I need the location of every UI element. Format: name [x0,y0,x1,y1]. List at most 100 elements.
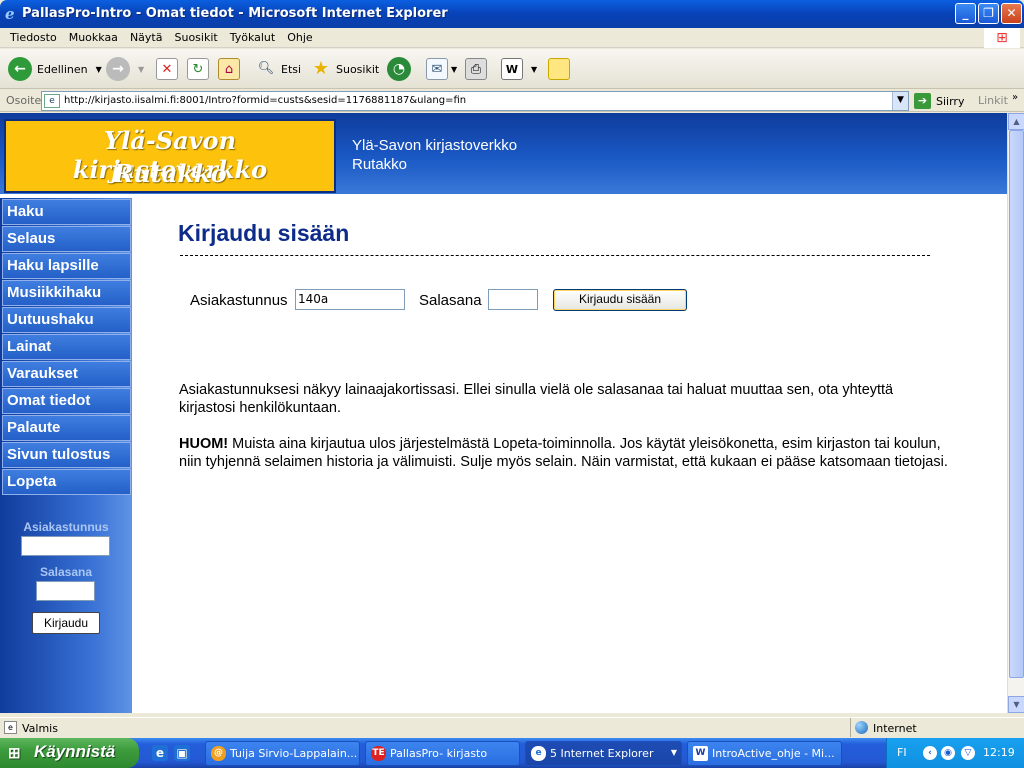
status-bar: e Valmis Internet [0,717,1024,737]
vertical-scrollbar[interactable]: ▲ ▼ [1007,113,1024,713]
language-indicator[interactable]: FI [897,746,907,759]
links-label[interactable]: Linkit [978,94,1008,107]
edit-word-button[interactable]: W ▼ [501,55,537,83]
warning-text: HUOM! Muista aina kirjautua ulos järjest… [179,435,949,471]
stop-icon: ✕ [156,58,178,80]
history-button[interactable]: ◔ [387,55,411,83]
login-button[interactable]: Kirjaudu sisään [553,289,687,311]
ie-icon: e [5,5,15,23]
user-input[interactable]: 140a [295,289,405,310]
menu-tools[interactable]: Työkalut [224,28,282,44]
zone-label: Internet [873,722,917,735]
scroll-thumb[interactable] [1009,130,1024,678]
logo-line2: Rutakko [113,159,227,188]
go-label: Siirry [936,94,965,108]
site-header: Ylä-Savon kirjastoverkko Rutakko Ylä-Sav… [0,113,1007,197]
nav-item-lainat[interactable]: Lainat [2,334,131,360]
refresh-icon: ↻ [187,58,209,80]
window-titlebar: e PallasPro-Intro - Omat tiedot - Micros… [0,0,1024,28]
password-input[interactable] [488,289,538,310]
nav-item-palaute[interactable]: Palaute [2,415,131,441]
scroll-down-icon[interactable]: ▼ [1008,696,1024,713]
sidebar-user-label: Asiakastunnus [23,520,109,534]
sidebar: Haku Selaus Haku lapsille Musiikkihaku U… [0,198,132,713]
search-button[interactable]: 🔍︎ Etsi [255,55,301,83]
nav-item-uutuushaku[interactable]: Uutuushaku [2,307,131,333]
task-internet-explorer[interactable]: e 5 Internet Explorer ▼ [525,741,682,766]
nav-item-omat-tiedot[interactable]: Omat tiedot [2,388,131,414]
nav-item-selaus[interactable]: Selaus [2,226,131,252]
task-pallaspro[interactable]: TE PallasPro- kirjasto [365,741,520,766]
nav-item-sivun-tulostus[interactable]: Sivun tulostus [2,442,131,468]
address-input[interactable]: e http://kirjasto.iisalmi.fi:8001/Intro?… [41,91,909,111]
forward-arrow-icon: → [106,57,130,81]
menu-favorites[interactable]: Suosikit [168,28,223,44]
globe-icon [855,721,868,734]
nav-item-lopeta[interactable]: Lopeta [2,469,131,495]
minimize-button[interactable]: _ [955,3,976,24]
task-word[interactable]: W IntroActive_ohje - Mi... [687,741,842,766]
menu-edit[interactable]: Muokkaa [63,28,124,44]
star-icon: ★ [312,58,330,79]
tray-security-icon[interactable]: ▽ [961,746,975,760]
site-logo[interactable]: Ylä-Savon kirjastoverkko Rutakko [4,119,336,193]
refresh-button[interactable]: ↻ [187,55,209,83]
tray-arrow-icon[interactable]: ‹ [923,746,937,760]
nav-item-haku[interactable]: Haku [2,199,131,225]
back-arrow-icon: ← [8,57,32,81]
taskbar: ⊞ Käynnistä e ▣ @ Tuija Sirvio-Lappalain… [0,738,1024,768]
clock: 12:19 [983,746,1015,759]
address-dropdown-icon[interactable]: ▼ [892,92,908,110]
menu-help[interactable]: Ohje [281,28,318,44]
stop-button[interactable]: ✕ [156,55,178,83]
note-icon [548,58,570,80]
address-url: http://kirjasto.iisalmi.fi:8001/Intro?fo… [64,95,467,106]
start-label: Käynnistä [34,742,116,761]
go-arrow-icon: ➔ [914,93,931,109]
page-content: Ylä-Savon kirjastoverkko Rutakko Ylä-Sav… [0,113,1007,713]
favorites-button[interactable]: ★ Suosikit [310,55,379,83]
menu-view[interactable]: Näytä [124,28,169,44]
sidebar-user-input[interactable] [21,536,110,556]
forward-button[interactable]: → ▼ [106,55,144,83]
print-button[interactable]: ⎙ [465,55,487,83]
user-label: Asiakastunnus [190,292,288,309]
tray-network-icon[interactable]: ◉ [941,746,955,760]
task-label: Tuija Sirvio-Lappalain... [230,747,358,760]
sidebar-login-button[interactable]: Kirjaudu [32,612,100,634]
nav-item-musiikkihaku[interactable]: Musiikkihaku [2,280,131,306]
page-status-icon: e [4,721,17,734]
chevron-right-icon[interactable]: » [1012,92,1018,103]
sidebar-password-label: Salasana [39,565,93,579]
back-button[interactable]: ← Edellinen ▼ [8,55,102,83]
go-button[interactable]: ➔ Siirry [914,93,964,109]
search-label: Etsi [281,62,302,76]
scroll-up-icon[interactable]: ▲ [1008,113,1024,130]
task-tuija[interactable]: @ Tuija Sirvio-Lappalain... [205,741,360,766]
security-zone: Internet [850,718,1024,737]
windows-logo-icon: ⊞ [984,28,1020,48]
printer-icon: ⎙ [465,58,487,80]
page-icon: e [44,94,60,108]
menu-file[interactable]: Tiedosto [4,28,63,44]
nav-item-varaukset[interactable]: Varaukset [2,361,131,387]
info-text: Asiakastunnuksesi näkyy lainaajakortissa… [179,382,894,416]
close-button[interactable]: ✕ [1001,3,1022,24]
nav-item-haku-lapsille[interactable]: Haku lapsille [2,253,131,279]
page-title: Kirjaudu sisään [178,220,350,246]
restore-button[interactable]: ❐ [978,3,999,24]
password-label: Salasana [419,292,482,309]
quicklaunch-desktop-icon[interactable]: ▣ [174,745,190,761]
quicklaunch-ie-icon[interactable]: e [152,745,168,761]
notes-button[interactable] [548,55,570,83]
home-icon: ⌂ [218,58,240,80]
sidebar-password-input[interactable] [36,581,95,601]
mail-button[interactable]: ✉ ▼ [426,55,457,83]
start-button[interactable]: ⊞ Käynnistä [0,738,139,768]
favorites-label: Suosikit [336,62,380,76]
home-button[interactable]: ⌂ [218,55,240,83]
word-icon: W [501,58,523,80]
task-label: 5 Internet Explorer [550,747,654,760]
task-app-icon: @ [211,746,226,761]
task-group-chevron-icon: ▼ [670,748,677,757]
